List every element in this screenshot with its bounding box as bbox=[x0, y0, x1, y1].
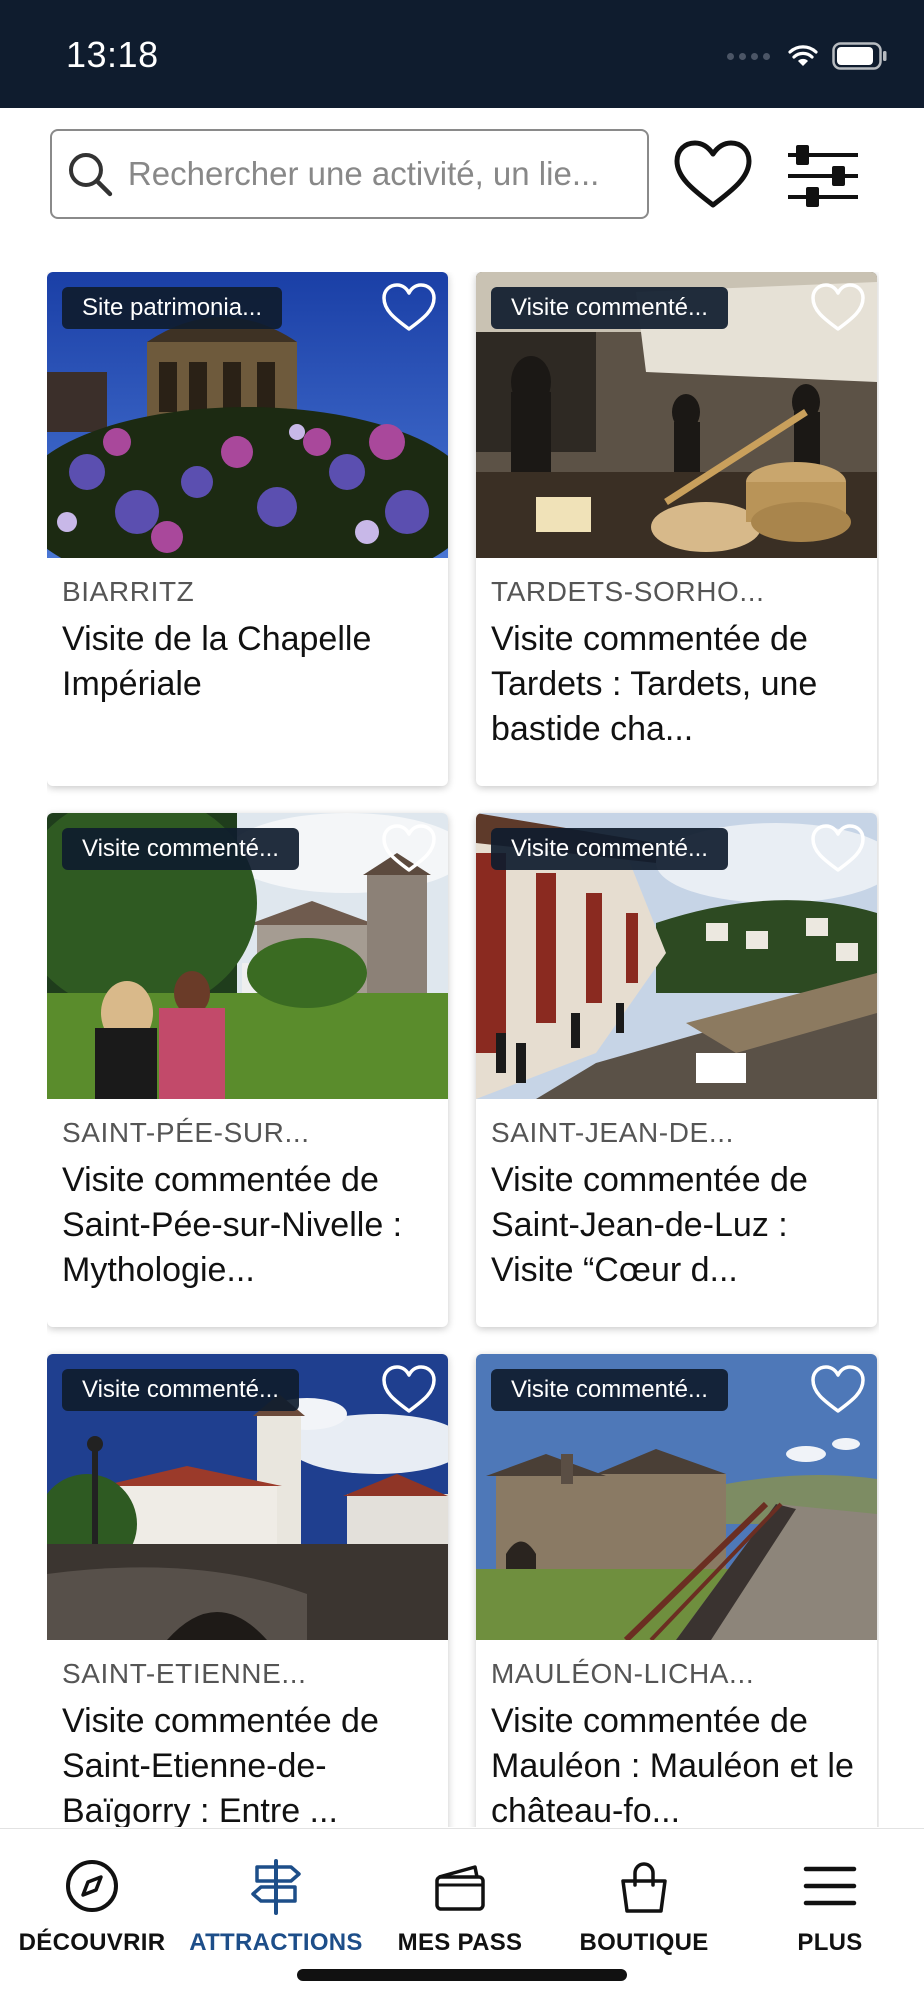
signal-icon bbox=[727, 52, 770, 60]
signpost-icon bbox=[251, 1859, 301, 1915]
category-badge: Visite commenté... bbox=[62, 828, 299, 870]
search-input[interactable] bbox=[127, 155, 647, 193]
category-badge: Visite commenté... bbox=[491, 1369, 728, 1411]
category-badge: Visite commenté... bbox=[491, 287, 728, 329]
card-location: BIARRITZ bbox=[62, 576, 195, 607]
home-indicator bbox=[297, 1969, 627, 1981]
attraction-card[interactable]: Site patrimonia... BIARRITZ Visite de la… bbox=[47, 272, 448, 786]
status-bar: 13:18 bbox=[0, 0, 924, 108]
category-badge: Site patrimonia... bbox=[62, 287, 283, 329]
search-box[interactable] bbox=[50, 129, 649, 219]
shopping-bag-icon bbox=[621, 1862, 667, 1913]
wallet-icon bbox=[435, 1865, 485, 1911]
card-heart-icon[interactable] bbox=[380, 823, 438, 875]
attraction-card[interactable]: Visite commenté... SAINT-JEAN-DE... Visi… bbox=[476, 813, 877, 1327]
attraction-card[interactable]: Visite commenté... MAULÉON-LICHA... Visi… bbox=[476, 1354, 877, 1827]
nav-label: DÉCOUVRIR bbox=[18, 1929, 166, 1956]
card-title: Visite commentée de Mauléon : Mauléon et… bbox=[491, 1702, 854, 1827]
nav-attractions[interactable]: ATTRACTIONS bbox=[184, 1829, 368, 1969]
nav-decouvrir[interactable]: DÉCOUVRIR bbox=[0, 1829, 184, 1969]
card-location: MAULÉON-LICHA... bbox=[491, 1658, 755, 1689]
card-heart-icon[interactable] bbox=[809, 282, 867, 334]
status-time: 13:18 bbox=[66, 34, 159, 75]
compass-icon bbox=[66, 1860, 118, 1912]
filter-sliders-icon[interactable] bbox=[786, 143, 860, 209]
card-heart-icon[interactable] bbox=[809, 823, 867, 875]
card-title: Visite commentée de Tardets : Tardets, u… bbox=[491, 620, 818, 748]
nav-label: PLUS bbox=[797, 1929, 863, 1956]
attraction-card[interactable]: Visite commenté... SAINT-ETIENNE... Visi… bbox=[47, 1354, 448, 1827]
attraction-card[interactable]: Visite commenté... SAINT-PÉE-SUR... Visi… bbox=[47, 813, 448, 1327]
favorites-heart-icon[interactable] bbox=[672, 139, 754, 211]
status-icons bbox=[727, 40, 888, 72]
category-badge: Visite commenté... bbox=[491, 828, 728, 870]
card-heart-icon[interactable] bbox=[380, 1364, 438, 1416]
nav-mes-pass[interactable]: MES PASS bbox=[368, 1829, 552, 1969]
card-title: Visite commentée de Saint-Jean-de-Luz : … bbox=[491, 1161, 808, 1289]
battery-icon bbox=[832, 42, 887, 70]
nav-label: ATTRACTIONS bbox=[189, 1929, 363, 1956]
search-row bbox=[0, 108, 924, 258]
wifi-icon bbox=[788, 45, 818, 66]
nav-label: BOUTIQUE bbox=[579, 1929, 709, 1956]
card-title: Visite de la Chapelle Impériale bbox=[62, 620, 372, 703]
card-title: Visite commentée de Saint-Pée-sur-Nivell… bbox=[62, 1161, 403, 1289]
category-badge: Visite commenté... bbox=[62, 1369, 299, 1411]
attraction-card[interactable]: Visite commenté... TARDETS-SORHO... Visi… bbox=[476, 272, 877, 786]
card-location: SAINT-PÉE-SUR... bbox=[62, 1117, 310, 1148]
attractions-grid: Site patrimonia... BIARRITZ Visite de la… bbox=[47, 272, 879, 1827]
menu-icon bbox=[803, 1866, 857, 1906]
nav-label: MES PASS bbox=[397, 1929, 523, 1956]
search-icon bbox=[68, 153, 113, 197]
card-location: TARDETS-SORHO... bbox=[491, 576, 765, 607]
nav-boutique[interactable]: BOUTIQUE bbox=[552, 1829, 736, 1969]
card-location: SAINT-JEAN-DE... bbox=[491, 1117, 734, 1148]
card-location: SAINT-ETIENNE... bbox=[62, 1658, 307, 1689]
card-heart-icon[interactable] bbox=[809, 1364, 867, 1416]
card-heart-icon[interactable] bbox=[380, 282, 438, 334]
card-title: Visite commentée de Saint-Etienne-de-Baï… bbox=[62, 1702, 379, 1827]
nav-plus[interactable]: PLUS bbox=[738, 1829, 922, 1969]
